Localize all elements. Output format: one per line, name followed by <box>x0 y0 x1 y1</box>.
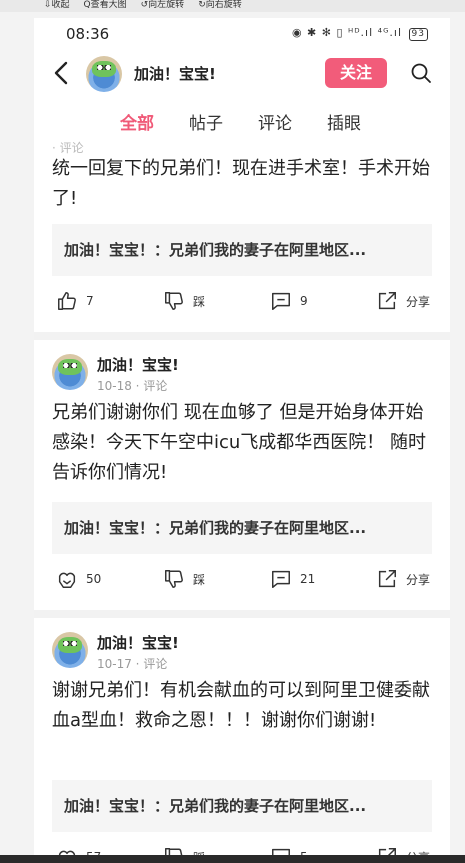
share-icon <box>378 570 396 588</box>
comment-icon <box>272 292 290 310</box>
comment-count: 9 <box>300 294 308 308</box>
image-viewer-toolbar: ⇩收起 Q查看大图 ↺向左旋转 ↻向右旋转 <box>0 0 465 12</box>
thumbs-up-icon <box>58 292 76 310</box>
post-text: 谢谢兄弟们！有机会献血的可以到阿里卫健委献血a型血！救命之恩！！！谢谢你们谢谢! <box>52 680 430 731</box>
list-item[interactable]: · 评论 统一回复下的兄弟们！现在进手术室！手术开始了! 加油！宝宝！：兄弟们我… <box>34 141 450 332</box>
tab-posts[interactable]: 帖子 <box>189 109 223 134</box>
filter-tabs: 全部 帖子 评论 插眼 <box>34 100 450 142</box>
share-label: 分享 <box>406 572 431 587</box>
tab-all[interactable]: 全部 <box>120 109 154 134</box>
post-text: 统一回复下的兄弟们！现在进手术室！手术开始了! <box>52 158 430 209</box>
profile-header: 加油！宝宝! 关注 <box>34 48 450 100</box>
dislike-label: 踩 <box>193 572 206 587</box>
like-button[interactable]: 50 <box>56 568 101 590</box>
view-large-image-button[interactable]: Q查看大图 <box>84 0 127 12</box>
tab-comments[interactable]: 评论 <box>258 109 292 134</box>
thumbs-down-icon <box>165 570 183 588</box>
status-bar: 08:36 ◉ ✱ ✻ ▯ ᴴᴰ.ıl ⁴ᴳ.ıl 93 <box>34 18 450 48</box>
care-hands-icon <box>58 572 76 588</box>
avatar[interactable] <box>86 56 122 92</box>
comment-button[interactable]: 21 <box>270 568 315 590</box>
status-time: 08:36 <box>66 25 110 43</box>
dislike-label: 踩 <box>193 294 206 309</box>
quoted-post[interactable]: 加油！宝宝！：兄弟们我的妻子在阿里地区... <box>52 224 432 276</box>
profile-name: 加油！宝宝! <box>134 65 216 83</box>
post-text: 兄弟们谢谢你们 现在血够了 但是开始身体开始感染！今天下午空中icu飞成都华西医… <box>52 402 427 483</box>
status-icon-set: ◉ ✱ ✻ ▯ ᴴᴰ.ıl ⁴ᴳ.ıl <box>291 26 403 39</box>
comment-count: 21 <box>300 572 316 586</box>
share-icon <box>378 292 396 310</box>
avatar[interactable] <box>52 632 88 668</box>
like-count: 7 <box>86 294 94 308</box>
like-count: 50 <box>86 572 102 586</box>
quoted-post[interactable]: 加油！宝宝！：兄弟们我的妻子在阿里地区... <box>52 780 432 832</box>
list-item[interactable]: 加油！宝宝! 10-17 · 评论 谢谢兄弟们！有机会献血的可以到阿里卫健委献血… <box>34 618 450 863</box>
thumbs-down-icon <box>165 292 183 310</box>
dislike-button[interactable]: 踩 <box>163 568 205 590</box>
back-arrow-icon[interactable] <box>50 58 74 88</box>
dislike-button[interactable]: 踩 <box>163 290 205 312</box>
collapse-button[interactable]: ⇩收起 <box>44 0 70 12</box>
avatar[interactable] <box>52 354 88 390</box>
tab-bookmarks[interactable]: 插眼 <box>327 109 361 134</box>
like-button[interactable]: 7 <box>56 290 94 312</box>
taskbar-strip <box>0 855 465 863</box>
comment-button[interactable]: 9 <box>270 290 308 312</box>
post-meta: 10-18 · 评论 <box>97 379 168 393</box>
follow-button[interactable]: 关注 <box>325 58 387 88</box>
phone-screen: 08:36 ◉ ✱ ✻ ▯ ᴴᴰ.ıl ⁴ᴳ.ıl 93 加油！宝宝! 关注 全… <box>34 18 450 863</box>
status-icons: ◉ ✱ ✻ ▯ ᴴᴰ.ıl ⁴ᴳ.ıl 93 <box>292 26 428 41</box>
post-actions: 7 踩 9 分享 <box>34 290 450 320</box>
comment-icon <box>272 570 290 588</box>
rotate-left-button[interactable]: ↺向左旋转 <box>141 0 185 12</box>
battery-icon: 93 <box>408 28 428 41</box>
share-label: 分享 <box>406 294 431 309</box>
quoted-post[interactable]: 加油！宝宝！：兄弟们我的妻子在阿里地区... <box>52 502 432 554</box>
rotate-right-button[interactable]: ↻向右旋转 <box>198 0 242 12</box>
post-meta: 10-17 · 评论 <box>97 657 168 671</box>
list-item[interactable]: 加油！宝宝! 10-18 · 评论 兄弟们谢谢你们 现在血够了 但是开始身体开始… <box>34 340 450 610</box>
post-actions: 50 踩 21 分享 <box>34 568 450 598</box>
post-author[interactable]: 加油！宝宝! <box>97 632 179 653</box>
post-author[interactable]: 加油！宝宝! <box>97 354 179 375</box>
search-icon[interactable] <box>410 62 432 84</box>
share-button[interactable]: 分享 <box>376 568 430 590</box>
share-button[interactable]: 分享 <box>376 290 430 312</box>
